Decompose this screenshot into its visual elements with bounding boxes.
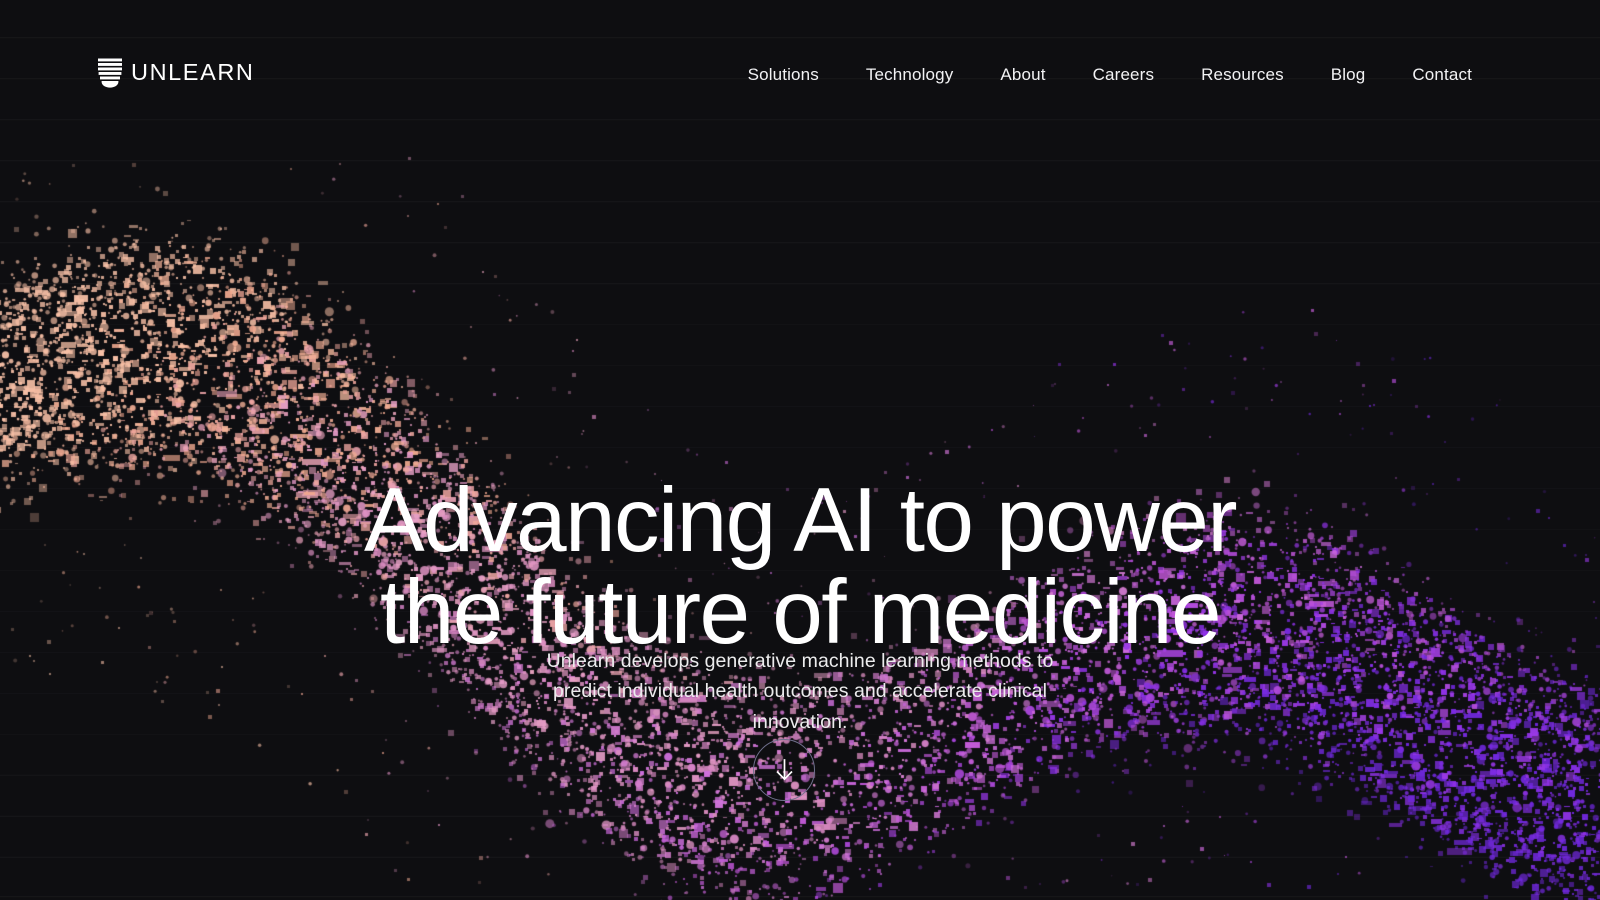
nav-item-technology[interactable]: Technology [866, 62, 954, 87]
logo-link[interactable]: UNLEARN [98, 58, 255, 88]
nav-item-resources[interactable]: Resources [1201, 62, 1284, 87]
unlearn-shield-mark-icon [98, 58, 122, 88]
nav-item-blog[interactable]: Blog [1331, 62, 1366, 87]
hero-subheadline: Unlearn develops generative machine lear… [546, 649, 1054, 733]
main-navigation: Solutions Technology About Careers Resou… [748, 62, 1472, 87]
site-header: UNLEARN Solutions Technology About Caree… [0, 0, 1600, 148]
logo-wordmark: UNLEARN [131, 59, 255, 86]
nav-item-careers[interactable]: Careers [1093, 62, 1155, 87]
scroll-down-button[interactable] [753, 739, 815, 801]
arrow-down-icon [775, 759, 793, 781]
nav-item-contact[interactable]: Contact [1412, 62, 1472, 87]
hero-page: UNLEARN Solutions Technology About Caree… [0, 0, 1600, 900]
nav-item-solutions[interactable]: Solutions [748, 62, 819, 87]
nav-item-about[interactable]: About [1000, 62, 1045, 87]
hero-headline: Advancing AI to power the future of medi… [364, 469, 1238, 663]
